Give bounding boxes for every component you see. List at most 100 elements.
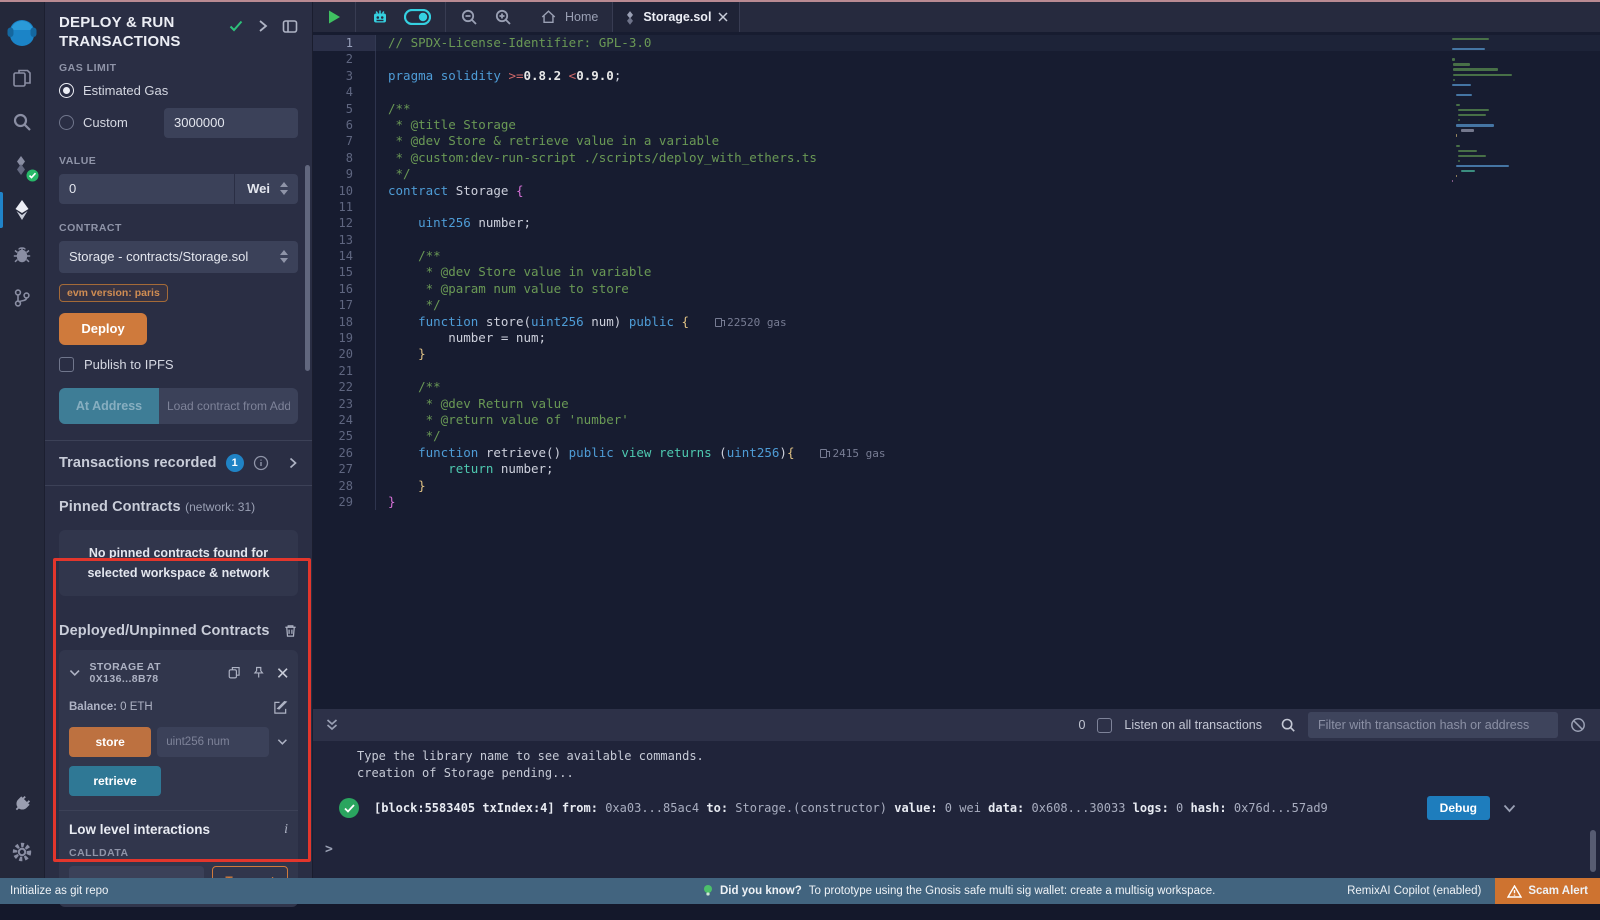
sidebar-item-debugger[interactable]	[0, 232, 45, 276]
code-line[interactable]: 11	[313, 199, 1600, 215]
value-input[interactable]	[59, 174, 234, 204]
zoom-in-icon[interactable]	[494, 8, 512, 26]
retrieve-function-button[interactable]: retrieve	[69, 766, 161, 796]
ai-assistant-robot-icon[interactable]	[370, 7, 390, 27]
close-tab-icon[interactable]	[718, 12, 728, 22]
code-line[interactable]: 17 */	[313, 297, 1600, 313]
remove-contract-icon[interactable]	[277, 667, 288, 679]
code-line[interactable]: 29}	[313, 494, 1600, 510]
sidebar-item-search[interactable]	[0, 100, 45, 144]
sidebar-item-plugin-manager[interactable]	[0, 782, 45, 826]
code-line[interactable]: 3pragma solidity >=0.8.2 <0.9.0;	[313, 68, 1600, 84]
custom-gas-radio[interactable]	[59, 115, 74, 130]
code-line[interactable]: 2	[313, 51, 1600, 67]
code-line[interactable]: 10contract Storage {	[313, 183, 1600, 199]
home-tab-label[interactable]: Home	[565, 10, 598, 24]
balance-value: 0 ETH	[120, 701, 153, 713]
expand-args-icon[interactable]	[277, 738, 288, 746]
contract-select[interactable]: Storage - contracts/Storage.sol	[59, 241, 298, 273]
code-line[interactable]: 7 * @dev Store & retrieve value in a var…	[313, 133, 1600, 149]
expand-tx-icon[interactable]	[1503, 804, 1516, 813]
solidity-file-icon	[624, 10, 636, 25]
sidebar-item-solidity-compiler[interactable]	[0, 144, 45, 188]
zoom-out-icon[interactable]	[460, 8, 478, 26]
trash-icon[interactable]	[283, 623, 298, 639]
code-line[interactable]: 26 function retrieve() public view retur…	[313, 445, 1600, 461]
code-line[interactable]: 9 */	[313, 166, 1600, 182]
info-icon[interactable]	[253, 455, 269, 471]
deploy-button[interactable]: Deploy	[59, 313, 147, 345]
run-script-icon[interactable]	[327, 9, 341, 25]
code-line[interactable]: 5/**	[313, 101, 1600, 117]
git-init-status[interactable]: Initialize as git repo	[0, 885, 108, 897]
panel-scrollbar[interactable]	[305, 165, 310, 371]
collapse-contract-icon[interactable]	[69, 669, 80, 677]
expand-terminal-icon[interactable]	[325, 718, 339, 732]
listen-all-checkbox[interactable]	[1097, 718, 1112, 733]
code-line[interactable]: 27 return number;	[313, 461, 1600, 477]
pin-contract-icon[interactable]	[252, 665, 265, 680]
warning-icon	[1507, 885, 1522, 898]
code-line[interactable]: 13	[313, 232, 1600, 248]
transaction-log-row[interactable]: [block:5583405 txIndex:4] from: 0xa03...…	[313, 796, 1600, 820]
sidebar-item-git[interactable]	[0, 276, 45, 320]
copilot-toggle-icon[interactable]	[404, 9, 431, 25]
code-line[interactable]: 16 * @param num value to store	[313, 281, 1600, 297]
code-line[interactable]: 15 * @dev Store value in variable	[313, 264, 1600, 280]
at-address-input[interactable]	[159, 388, 298, 424]
scam-alert-button[interactable]: Scam Alert	[1495, 878, 1600, 904]
at-address-button[interactable]: At Address	[59, 388, 159, 424]
sidebar-item-settings[interactable]	[0, 826, 45, 878]
remix-logo[interactable]	[0, 8, 45, 56]
contract-card-header[interactable]: STORAGE AT 0X136...8B78	[69, 661, 288, 685]
terminal[interactable]: Type the library name to see available c…	[313, 741, 1600, 878]
transactions-recorded-row[interactable]: Transactions recorded 1	[45, 441, 312, 485]
code-line[interactable]: 18 function store(uint256 num) public {2…	[313, 314, 1600, 330]
code-line[interactable]: 21	[313, 363, 1600, 379]
sidebar-item-file-explorer[interactable]	[0, 56, 45, 100]
code-line[interactable]: 22 /**	[313, 379, 1600, 395]
code-line[interactable]: 28 }	[313, 478, 1600, 494]
terminal-search-icon[interactable]	[1280, 717, 1296, 733]
code-line[interactable]: 19 number = num;	[313, 330, 1600, 346]
store-function-button[interactable]: store	[69, 727, 151, 757]
code-line[interactable]: 12 uint256 number;	[313, 215, 1600, 231]
code-line[interactable]: 20 }	[313, 346, 1600, 362]
store-arg-input[interactable]	[157, 727, 269, 757]
terminal-scrollbar[interactable]	[1590, 830, 1596, 872]
terminal-prompt[interactable]: >	[313, 842, 1600, 857]
code-line[interactable]: 25 */	[313, 428, 1600, 444]
code-line[interactable]: 14 /**	[313, 248, 1600, 264]
low-level-info-icon[interactable]: i	[284, 822, 288, 838]
pinned-network-label: (network: 31)	[185, 500, 255, 514]
lightbulb-icon	[703, 884, 713, 898]
code-line[interactable]: 8 * @custom:dev-run-script ./scripts/dep…	[313, 150, 1600, 166]
copy-address-icon[interactable]	[227, 665, 241, 680]
code-line[interactable]: 24 * @return value of 'number'	[313, 412, 1600, 428]
code-line[interactable]: 4	[313, 84, 1600, 100]
publish-ipfs-checkbox[interactable]	[59, 357, 74, 372]
debug-button[interactable]: Debug	[1427, 796, 1490, 820]
clear-terminal-icon[interactable]	[1570, 717, 1586, 733]
tab-label: Storage.sol	[643, 10, 711, 24]
debugger-icon	[11, 243, 33, 265]
code-line[interactable]: 1// SPDX-License-Identifier: GPL-3.0	[313, 35, 1600, 51]
pin-view-icon[interactable]	[282, 19, 298, 34]
minimap[interactable]	[1452, 38, 1522, 185]
estimated-gas-radio[interactable]	[59, 83, 74, 98]
custom-gas-input[interactable]	[164, 108, 298, 138]
sidebar-item-deploy-and-run[interactable]	[0, 188, 45, 232]
edit-balance-icon[interactable]	[273, 700, 288, 715]
code-line[interactable]: 6 * @title Storage	[313, 117, 1600, 133]
calldata-label: CALLDATA	[69, 847, 288, 859]
code-editor[interactable]: 1// SPDX-License-Identifier: GPL-3.023pr…	[313, 32, 1600, 709]
value-unit-select[interactable]: Wei	[234, 174, 298, 204]
expand-transactions-icon[interactable]	[288, 457, 298, 469]
tab-storage-sol[interactable]: Storage.sol	[613, 2, 740, 32]
home-icon[interactable]	[540, 9, 557, 25]
code-line[interactable]: 23 * @dev Return value	[313, 396, 1600, 412]
collapse-panel-icon[interactable]	[257, 19, 269, 33]
copilot-status[interactable]: RemixAI Copilot (enabled)	[1347, 885, 1481, 897]
unit-stepper-icon	[280, 182, 288, 195]
terminal-filter-input[interactable]	[1308, 712, 1558, 738]
